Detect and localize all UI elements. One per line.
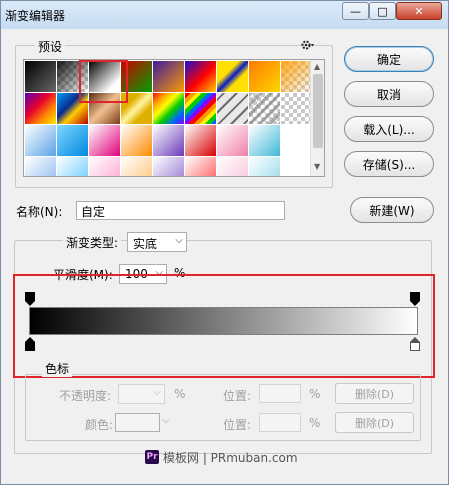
preset-swatch[interactable] bbox=[57, 125, 88, 156]
gradient-type-select[interactable]: 实底 ⌵ bbox=[127, 232, 187, 252]
minimize-button[interactable]: — bbox=[342, 2, 369, 20]
presets-legend: 预设 bbox=[35, 38, 66, 55]
preset-swatch[interactable] bbox=[153, 125, 184, 156]
title-bar: 渐变编辑器 — □ ✕ bbox=[1, 1, 448, 29]
preset-swatch-grid: ▲ ▼ bbox=[23, 59, 325, 177]
preset-swatch[interactable] bbox=[153, 93, 184, 124]
gear-icon[interactable] bbox=[301, 38, 317, 52]
name-label: 名称(N): bbox=[16, 205, 63, 219]
close-button[interactable]: ✕ bbox=[396, 2, 442, 20]
scroll-up-icon[interactable]: ▲ bbox=[314, 62, 320, 71]
watermark-text: 模板网 | PRmuban.com bbox=[163, 450, 298, 465]
window-title: 渐变编辑器 bbox=[5, 9, 66, 23]
color-label: 颜色: bbox=[85, 418, 114, 432]
gradient-editor-window: 渐变编辑器 — □ ✕ 预设 ▲ ▼ 确定 取消 载入(L)... 存储(S).… bbox=[0, 0, 449, 485]
preset-swatch[interactable] bbox=[89, 125, 120, 156]
maximize-icon: □ bbox=[377, 4, 388, 18]
preset-swatch[interactable] bbox=[217, 61, 248, 92]
preset-scrollbar[interactable]: ▲ ▼ bbox=[310, 60, 324, 176]
minimize-icon: — bbox=[350, 4, 361, 18]
preset-swatch[interactable] bbox=[57, 157, 88, 176]
preset-swatch[interactable] bbox=[89, 157, 120, 176]
color-swatch-picker[interactable] bbox=[115, 413, 160, 432]
watermark: Pr 模板网 | PRmuban.com bbox=[145, 449, 298, 465]
preset-swatch[interactable] bbox=[185, 93, 216, 124]
new-button[interactable]: 新建(W) bbox=[350, 197, 434, 223]
gradient-preview-bar[interactable] bbox=[29, 307, 418, 335]
preset-swatch[interactable] bbox=[25, 93, 56, 124]
preset-swatch[interactable] bbox=[217, 93, 248, 124]
color-location-unit: % bbox=[309, 416, 321, 430]
preset-swatch[interactable] bbox=[185, 157, 216, 176]
preset-swatch[interactable] bbox=[281, 93, 312, 124]
gradient-type-value: 实底 bbox=[133, 237, 158, 251]
close-icon: ✕ bbox=[414, 4, 424, 18]
scrollbar-thumb[interactable] bbox=[313, 74, 323, 148]
opacity-location-label: 位置: bbox=[223, 389, 252, 403]
preset-swatch[interactable] bbox=[249, 125, 280, 156]
color-stop-left[interactable] bbox=[25, 337, 35, 351]
preset-swatch[interactable] bbox=[249, 61, 280, 92]
load-button[interactable]: 载入(L)... bbox=[344, 116, 434, 142]
chevron-down-icon[interactable]: ⌵ bbox=[162, 415, 170, 426]
preset-swatch[interactable] bbox=[185, 125, 216, 156]
preset-swatch[interactable] bbox=[25, 61, 56, 92]
opacity-location-input[interactable] bbox=[259, 384, 301, 403]
cancel-button[interactable]: 取消 bbox=[344, 81, 434, 107]
preset-swatch[interactable] bbox=[217, 125, 248, 156]
gradient-type-label: 渐变类型: bbox=[63, 234, 122, 251]
save-button[interactable]: 存储(S)... bbox=[344, 151, 434, 177]
opacity-unit: % bbox=[174, 387, 186, 401]
preset-swatch[interactable] bbox=[25, 157, 56, 176]
preset-swatch[interactable] bbox=[217, 157, 248, 176]
color-delete-button[interactable]: 删除(D) bbox=[335, 412, 414, 433]
opacity-select[interactable]: ⌵ bbox=[118, 384, 165, 404]
preset-swatch[interactable] bbox=[153, 157, 184, 176]
name-input[interactable]: 自定 bbox=[76, 201, 285, 220]
preset-swatch[interactable] bbox=[185, 61, 216, 92]
color-location-input[interactable] bbox=[259, 413, 301, 432]
preset-swatch[interactable] bbox=[121, 125, 152, 156]
color-location-label: 位置: bbox=[223, 418, 252, 432]
color-stop-right[interactable] bbox=[410, 337, 420, 351]
premiere-logo-icon: Pr bbox=[145, 450, 159, 464]
preset-swatch[interactable] bbox=[121, 157, 152, 176]
chevron-down-icon: ⌵ bbox=[175, 235, 183, 246]
opacity-location-unit: % bbox=[309, 387, 321, 401]
preset-swatch[interactable] bbox=[153, 61, 184, 92]
preset-swatch[interactable] bbox=[249, 157, 280, 176]
chevron-down-icon: ⌵ bbox=[153, 387, 161, 398]
opacity-label: 不透明度: bbox=[59, 389, 112, 403]
opacity-delete-button[interactable]: 删除(D) bbox=[335, 383, 414, 404]
preset-swatch[interactable] bbox=[25, 125, 56, 156]
preset-swatch[interactable] bbox=[281, 61, 312, 92]
maximize-button[interactable]: □ bbox=[369, 2, 396, 20]
scroll-down-icon[interactable]: ▼ bbox=[314, 162, 320, 171]
ok-button[interactable]: 确定 bbox=[344, 46, 434, 72]
selected-preset-highlight bbox=[79, 60, 128, 103]
color-stops-legend: 色标 bbox=[42, 360, 73, 377]
opacity-stop-right[interactable] bbox=[410, 292, 420, 306]
preset-swatch[interactable] bbox=[249, 93, 280, 124]
opacity-stop-left[interactable] bbox=[25, 292, 35, 306]
